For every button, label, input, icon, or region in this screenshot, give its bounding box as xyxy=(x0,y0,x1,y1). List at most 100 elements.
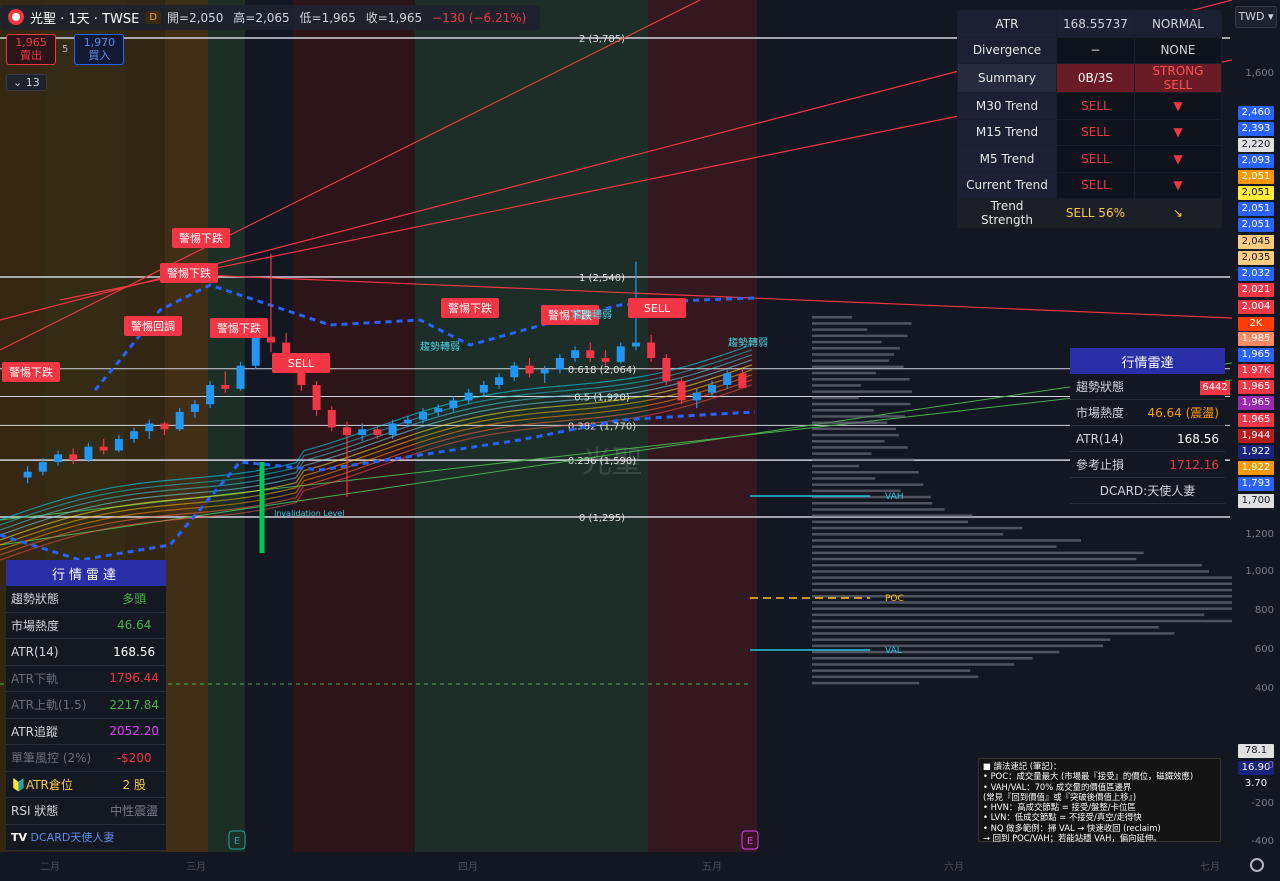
warn-down-label: 警惕下跌 xyxy=(210,318,268,338)
candle-body xyxy=(54,454,63,463)
warn-down-label-text: 警惕下跌 xyxy=(448,301,492,315)
radar-value: 中性震盪 xyxy=(102,797,166,825)
candle-body xyxy=(555,357,564,370)
radar-row: RSI 狀態 中性震盪 xyxy=(6,797,166,825)
volume-profile-bar xyxy=(812,458,915,462)
axis-tick: -400 xyxy=(1251,836,1274,847)
radar-key: RSI 狀態 xyxy=(6,797,103,825)
sell-signal-label: SELL xyxy=(628,298,686,318)
radar-footer: TV DCARD天使人妻 xyxy=(6,824,166,851)
sell-price: 1,965 xyxy=(15,36,47,49)
oscillator-tag: 78.1 xyxy=(1238,744,1274,758)
volume-profile-bar xyxy=(812,576,1232,579)
radar-key: 單筆風控 (2%) xyxy=(6,744,103,772)
trend-table: ATR 168.55737 NORMAL Divergence − NONE S… xyxy=(957,10,1223,228)
candle-body xyxy=(206,384,215,405)
candle-body xyxy=(510,365,519,378)
month-label: 七月 xyxy=(1200,862,1220,873)
radar-row: 單筆風控 (2%) -$200 xyxy=(6,744,166,772)
candle-body xyxy=(449,400,458,409)
volume-profile-bar xyxy=(812,613,1205,617)
symbol-info[interactable]: 光聖 · 1天 · TWSE D 開=2,050 高=2,065 低=1,965… xyxy=(0,4,541,30)
volume-profile-bar xyxy=(812,347,900,350)
radar-key: ATR下軌 xyxy=(6,665,103,692)
notes-line: • HVN：高成交節點 = 接受/盤整/卡位區 xyxy=(983,802,1136,813)
warn-pullback-label: 警惕回調 xyxy=(124,316,182,336)
candle-body xyxy=(647,342,656,358)
axis-tick: 1,000 xyxy=(1245,566,1274,577)
trend-weak-label: 趨勢轉弱 xyxy=(420,340,460,353)
notes-line: (常見『回到價值』或『突破後價值上移』) xyxy=(983,791,1137,802)
radar-key: ATR追蹤 xyxy=(6,718,103,745)
price-scale-tag: 1,700 xyxy=(1238,494,1274,508)
ohlc-close: 收=1,965 xyxy=(365,10,423,25)
notes-line: • VAH/VAL：70% 成交量的價值區邊界 xyxy=(983,781,1132,792)
warn-down-label: 警惕下跌 xyxy=(172,228,230,248)
chart-header: 光聖 · 1天 · TWSE D 開=2,050 高=2,065 低=1,965… xyxy=(0,4,541,30)
volume-profile-bar xyxy=(812,681,920,685)
volume-profile-bar xyxy=(812,663,1015,666)
data-delay-badge[interactable]: D xyxy=(145,10,162,24)
background-zone xyxy=(245,0,293,852)
trend-signal: ▼ xyxy=(1133,145,1223,173)
volume-profile-bar xyxy=(812,650,1060,654)
trend-signal: ▼ xyxy=(1133,118,1223,146)
ohlc-change: −130 (−6.21%) xyxy=(432,10,527,25)
price-scale-tag: 1,965 xyxy=(1238,380,1274,394)
trend-value: SELL xyxy=(1056,171,1135,199)
watermark-text: 光聖 xyxy=(582,445,642,480)
volume-profile-bar xyxy=(812,415,905,418)
volume-profile-bar xyxy=(812,483,924,486)
sell-button[interactable]: 1,965 賣出 xyxy=(6,34,56,65)
radar-value: 46.64 (震盪) xyxy=(1134,399,1225,426)
trend-key: Divergence xyxy=(957,36,1057,64)
buy-button[interactable]: 1,970 買入 xyxy=(74,34,125,65)
company-logo-icon xyxy=(8,9,24,25)
volume-profile-bar xyxy=(812,570,1209,573)
axis-tick: 1,600 xyxy=(1245,68,1274,79)
ohlc-high: 高=2,065 xyxy=(233,10,290,25)
candle-body xyxy=(631,342,640,347)
price-scale-tag: 2,045 xyxy=(1238,235,1274,249)
notes-line: → 回到 POC/VAH；若能站穩 VAH，偏向延伸。 xyxy=(983,833,1162,844)
candle-body xyxy=(540,369,549,374)
gear-icon[interactable] xyxy=(1250,858,1264,872)
volume-profile-bar xyxy=(812,533,1004,536)
candle-body xyxy=(130,431,139,439)
candle-body xyxy=(479,384,488,393)
candle-body xyxy=(525,365,534,374)
candle-body xyxy=(23,471,32,478)
volume-profile-label: VAH xyxy=(885,492,904,502)
indicator-count: 13 xyxy=(25,76,40,89)
sell-signal-label-text: SELL xyxy=(644,302,671,315)
candle-body xyxy=(312,384,321,411)
volume-profile-bar xyxy=(812,365,904,369)
indicators-toggle[interactable]: ⌄ 13 xyxy=(6,74,47,91)
radar-row: ATR(14) 168.56 xyxy=(6,638,166,666)
price-scale-tag: 2,035 xyxy=(1238,251,1274,265)
market-radar-left: 行情雷達 趨勢狀態 多頭 市場熱度 46.64 ATR(14) 168.56 A… xyxy=(6,560,166,851)
radar-footer-text: DCARD天使人妻 xyxy=(30,831,115,845)
price-scale-tag: 1.97K xyxy=(1238,364,1274,378)
radar-row: 參考止損 1712.16 xyxy=(1070,451,1225,478)
candle-body xyxy=(586,350,595,358)
ohlc-values: 開=2,050 高=2,065 低=1,965 收=1,965 −130 (−6… xyxy=(167,9,532,26)
price-scale-tag: 2,004 xyxy=(1238,300,1274,314)
candle-body xyxy=(616,346,625,362)
price-scale-tag: 2K xyxy=(1238,317,1274,331)
radar-value: -$200 xyxy=(102,744,166,772)
trend-weak-label: 趨勢轉弱 xyxy=(572,308,612,321)
currency-button[interactable]: TWD ▾ xyxy=(1235,6,1277,28)
price-axis[interactable]: 2,460 2,393 2,220 2,093 2,051 2,051 2,051 2,051… xyxy=(1232,30,1280,850)
trend-value: SELL 56% xyxy=(1056,198,1135,228)
radar-row: ATR(14) 168.56 xyxy=(1070,425,1225,452)
candle-body xyxy=(662,357,671,382)
candle-body xyxy=(190,404,199,412)
price-scale-tag: 1,965 xyxy=(1238,396,1274,410)
time-axis[interactable]: 二月 三月 四月 五月 六月 七月 xyxy=(0,858,1230,874)
price-scale-tag: 1,965 xyxy=(1238,348,1274,362)
volume-profile-bar xyxy=(812,452,872,455)
price-scale-tag: 2,460 xyxy=(1238,106,1274,120)
radar-footer: DCARD:天使人妻 xyxy=(1070,477,1225,504)
trend-key: M30 Trend xyxy=(957,92,1057,120)
